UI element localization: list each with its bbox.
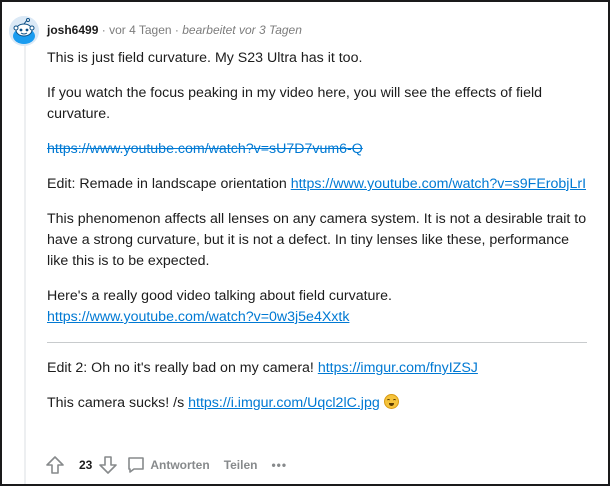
comment-bubble-icon	[128, 457, 145, 473]
more-options-button[interactable]: •••	[265, 458, 287, 472]
emoji-grimace-icon	[383, 394, 399, 409]
more-dots-icon: •••	[271, 458, 288, 472]
paragraph: Edit 2: Oh no it's really bad on my came…	[47, 358, 587, 379]
thread-line[interactable]	[24, 46, 26, 484]
upvote-arrow-icon	[46, 456, 64, 474]
paragraph: If you watch the focus peaking in my vid…	[47, 85, 542, 122]
divider	[47, 342, 587, 343]
paragraph: Edit: Remade in landscape orientation ht…	[47, 174, 587, 195]
paragraph-text: Edit: Remade in landscape orientation	[47, 176, 291, 192]
youtube-link-3[interactable]: https://www.youtube.com/watch?v=0w3j5e4X…	[47, 309, 349, 325]
meta-separator: ·	[174, 23, 179, 37]
vote-count: 23	[79, 458, 93, 472]
imgur-image-link[interactable]: https://i.imgur.com/Uqcl2lC.jpg	[188, 395, 380, 411]
downvote-button[interactable]	[98, 455, 118, 475]
paragraph: Here's a really good video talking about…	[47, 286, 587, 328]
author-name[interactable]: josh6499	[47, 23, 98, 37]
youtube-link-2[interactable]: https://www.youtube.com/watch?v=s9FErobj…	[291, 176, 586, 192]
paragraph-text: This camera sucks! /s	[47, 395, 189, 411]
reply-button[interactable]: Antworten	[126, 455, 210, 475]
share-label: Teilen	[223, 458, 258, 472]
comment-card: josh6499 · vor 4 Tagen · bearbeitet vor …	[0, 0, 610, 486]
paragraph: This phenomenon affects all lenses on an…	[47, 211, 587, 269]
comment-actions: 23 Antworten Teilen •••	[45, 454, 295, 476]
meta-separator: ·	[101, 23, 106, 37]
share-button[interactable]: Teilen	[218, 458, 258, 472]
upvote-button[interactable]	[45, 455, 65, 475]
imgur-link[interactable]: https://imgur.com/fnyIZSJ	[318, 360, 478, 376]
paragraph-text: Here's a really good video talking about…	[47, 288, 392, 304]
paragraph: This camera sucks! /s https://i.imgur.co…	[47, 393, 587, 414]
comment-body: This is just field curvature. My S23 Ult…	[47, 48, 587, 428]
comment-time[interactable]: vor 4 Tagen	[109, 23, 172, 37]
edited-time: bearbeitet vor 3 Tagen	[182, 23, 302, 37]
downvote-arrow-icon	[99, 456, 118, 474]
paragraph: This is just field curvature. My S23 Ult…	[47, 50, 363, 66]
reply-label: Antworten	[150, 458, 210, 472]
avatar[interactable]	[9, 16, 39, 46]
paragraph-text: Edit 2: Oh no it's really bad on my came…	[47, 360, 318, 376]
paragraph: https://www.youtube.com/watch?v=sU7D7vum…	[47, 139, 587, 160]
comment-meta: josh6499 · vor 4 Tagen · bearbeitet vor …	[47, 23, 302, 37]
youtube-link-1[interactable]: https://www.youtube.com/watch?v=sU7D7vum…	[47, 141, 363, 157]
avatar-snoo-icon	[9, 16, 39, 46]
